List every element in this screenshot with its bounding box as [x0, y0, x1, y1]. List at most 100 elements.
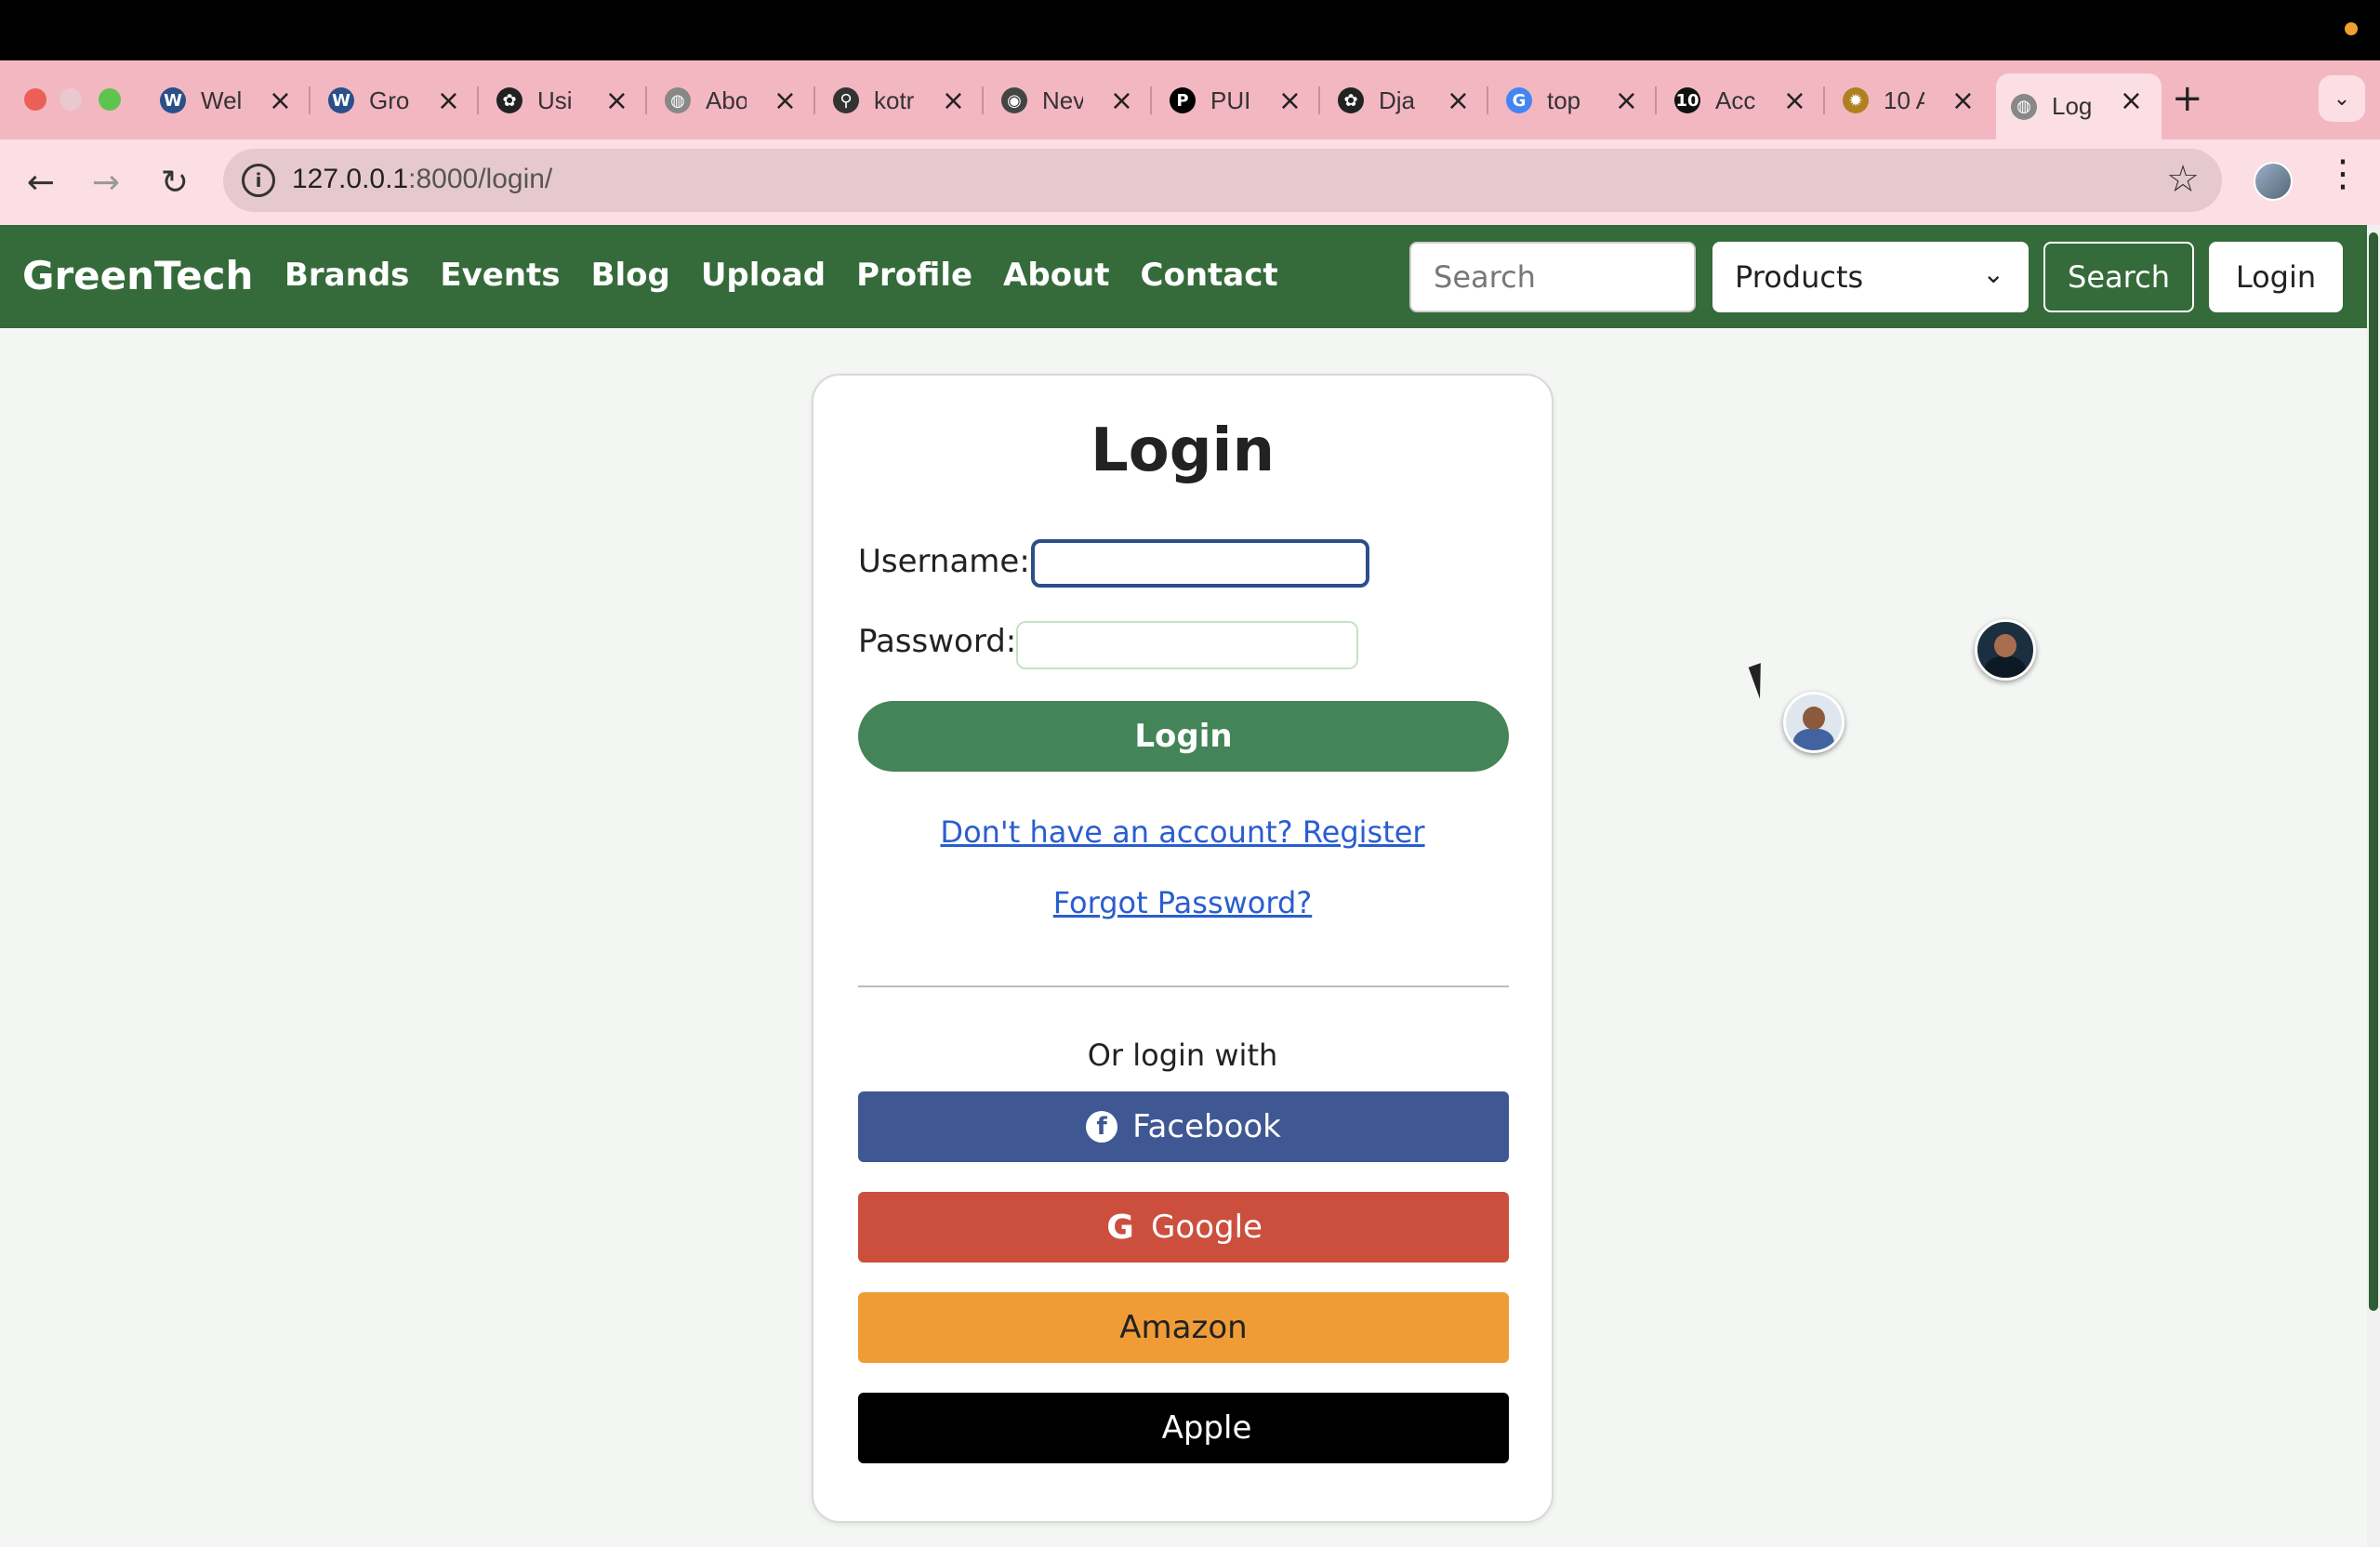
globe-icon: ◍ [2011, 93, 2037, 120]
browser-toolbar: ← → ↻ i 127.0.0.1:8000/login/ ☆ ⋮ [0, 139, 2380, 225]
close-tab-icon[interactable]: × [269, 85, 292, 117]
nav-link-contact[interactable]: Contact [1141, 257, 1278, 294]
close-tab-icon[interactable]: × [1615, 85, 1638, 117]
tab-separator [309, 86, 311, 114]
floating-avatar-bubble[interactable] [1783, 692, 1844, 753]
register-link[interactable]: Don't have an account? Register [813, 814, 1552, 850]
google-login-button[interactable]: G Google [858, 1192, 1509, 1263]
tab-title: Wel [201, 86, 242, 114]
browser-tab[interactable]: ✿ Dja × [1323, 73, 1488, 127]
browser-tab[interactable]: ◍ Abo × [650, 73, 815, 127]
maximize-window-button[interactable] [99, 88, 121, 111]
browser-menu-icon[interactable]: ⋮ [2324, 152, 2361, 195]
mouse-cursor-icon [1748, 658, 1785, 699]
tab-title: Usi [537, 86, 573, 114]
nav-search-input[interactable]: Search [1409, 242, 1696, 312]
bookmark-star-icon[interactable]: ☆ [2166, 158, 2200, 201]
url-host: 127.0.0.1 [292, 164, 409, 194]
category-select[interactable]: Products ⌄ [1712, 242, 2029, 312]
gear-icon: ✹ [1843, 87, 1869, 113]
facebook-label: Facebook [1132, 1108, 1281, 1145]
forgot-password-link[interactable]: Forgot Password? [813, 885, 1552, 920]
close-tab-icon[interactable]: × [1110, 85, 1133, 117]
chrome-icon: ◉ [1001, 87, 1027, 113]
tab-title: kotr [874, 86, 915, 114]
close-tab-icon[interactable]: × [1783, 85, 1806, 117]
tab-separator [1823, 86, 1825, 114]
browser-tab[interactable]: P PUI × [1155, 73, 1320, 127]
or-login-with-text: Or login with [1087, 1038, 1278, 1073]
tab-separator [477, 86, 479, 114]
new-tab-button[interactable]: + [2172, 77, 2203, 120]
browser-tab[interactable]: Gtop × [1491, 73, 1657, 127]
nav-link-brands[interactable]: Brands [284, 257, 409, 294]
nav-link-events[interactable]: Events [440, 257, 560, 294]
close-tab-icon[interactable]: × [942, 85, 965, 117]
address-bar[interactable]: i 127.0.0.1:8000/login/ ☆ [223, 149, 2222, 212]
category-select-value: Products [1735, 259, 1864, 295]
back-arrow-icon[interactable]: ← [20, 162, 61, 203]
browser-tab[interactable]: W Wel × [145, 73, 311, 127]
nav-search-button[interactable]: Search [2043, 242, 2194, 312]
system-menu-bar [0, 0, 2380, 60]
tab-title: Nev [1042, 86, 1083, 114]
profile-avatar[interactable] [2254, 162, 2293, 201]
browser-tab-strip: W Wel × W Gro × ✿ Usi × ◍ Abo × ⚲ kotr × ◉ Nev × P PUI × ✿ Dja… [0, 60, 2380, 139]
search-icon: ⚲ [833, 87, 859, 113]
browser-tab[interactable]: 10 Acc × [1659, 73, 1825, 127]
amazon-login-button[interactable]: Amazon [858, 1292, 1509, 1363]
wp-icon: W [160, 87, 186, 113]
login-submit-button[interactable]: Login [858, 701, 1509, 772]
browser-tab[interactable]: ✿ Usi × [482, 73, 647, 127]
reload-icon[interactable]: ↻ [154, 162, 195, 203]
browser-tab[interactable]: ✹ 10 A × [1828, 73, 1993, 127]
tab-separator [1655, 86, 1657, 114]
username-field[interactable] [1031, 539, 1369, 588]
globe-icon: ◍ [665, 87, 691, 113]
close-tab-icon[interactable]: × [1278, 85, 1302, 117]
scrollbar-thumb[interactable] [2369, 232, 2378, 1311]
close-tab-icon[interactable]: × [437, 85, 460, 117]
puma-icon: P [1170, 87, 1196, 113]
close-tab-icon[interactable]: × [1951, 85, 1975, 117]
close-window-button[interactable] [24, 88, 46, 111]
site-info-icon[interactable]: i [242, 164, 275, 197]
google-icon: G [1106, 1208, 1134, 1247]
nav-link-profile[interactable]: Profile [856, 257, 972, 294]
apple-login-button[interactable]: Apple [858, 1393, 1509, 1463]
tab-title: Acc [1715, 86, 1756, 114]
tab-separator [1150, 86, 1152, 114]
tab-search-button[interactable]: ⌄ [2319, 75, 2365, 122]
browser-tab[interactable]: W Gro × [313, 73, 479, 127]
minimize-window-button[interactable] [60, 88, 82, 111]
url-text[interactable]: 127.0.0.1:8000/login/ [292, 164, 552, 195]
close-tab-icon[interactable]: × [1447, 85, 1470, 117]
browser-tab[interactable]: ◉ Nev × [986, 73, 1152, 127]
close-tab-icon[interactable]: × [605, 85, 628, 117]
close-tab-icon[interactable]: × [2120, 85, 2143, 117]
facebook-icon: f [1086, 1111, 1118, 1143]
tab-title: Abo [706, 86, 747, 114]
nav-link-upload[interactable]: Upload [701, 257, 826, 294]
browser-tab[interactable]: ◍ Log × [1996, 73, 2162, 139]
tab-title: Dja [1379, 86, 1416, 114]
nav-link-blog[interactable]: Blog [591, 257, 670, 294]
tab-title: PUI [1210, 86, 1251, 114]
tab-separator [813, 86, 815, 114]
facebook-login-button[interactable]: f Facebook [858, 1091, 1509, 1162]
tab-title: 10 A [1884, 86, 1924, 114]
forward-arrow-icon[interactable]: → [86, 162, 126, 203]
brand-logo[interactable]: GreenTech [22, 253, 253, 298]
password-label: Password: [858, 623, 1017, 660]
10-icon: 10 [1674, 87, 1700, 113]
tab-title: top [1547, 86, 1581, 114]
close-tab-icon[interactable]: × [774, 85, 797, 117]
floating-avatar-bubble[interactable] [1975, 619, 2036, 681]
browser-tab[interactable]: ⚲ kotr × [818, 73, 984, 127]
password-field[interactable] [1016, 621, 1358, 669]
nav-login-button[interactable]: Login [2209, 242, 2343, 312]
nav-link-about[interactable]: About [1003, 257, 1109, 294]
openai-icon: ✿ [1338, 87, 1364, 113]
tab-separator [645, 86, 647, 114]
tab-separator [982, 86, 984, 114]
